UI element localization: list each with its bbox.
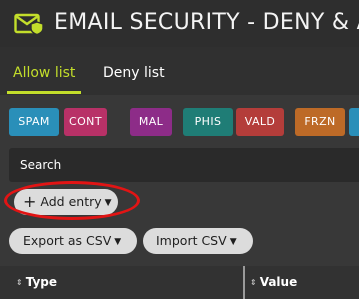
app-header: EMAIL SECURITY - DENY & A [0, 0, 359, 47]
chip-cont[interactable]: CONT [64, 108, 107, 136]
page-title: EMAIL SECURITY - DENY & A [54, 10, 359, 35]
tab-bar: Allow list Deny list [0, 47, 359, 95]
sort-icon: ⇕ [250, 278, 257, 287]
import-csv-button[interactable]: Import CSV ▼ [143, 228, 253, 254]
column-header-type[interactable]: ⇕ Type [16, 275, 57, 289]
tab-deny-list[interactable]: Deny list [103, 65, 165, 81]
caret-down-icon: ▼ [229, 237, 237, 247]
add-entry-button[interactable]: + Add entry ▼ [14, 189, 118, 215]
chip-frzn[interactable]: FRZN [295, 108, 345, 136]
export-csv-label: Export as CSV [23, 233, 112, 248]
chip-overflow[interactable] [349, 108, 359, 136]
column-divider[interactable] [243, 266, 245, 299]
search-input[interactable]: Search [9, 148, 359, 182]
shield-envelope-icon [14, 13, 44, 35]
export-csv-button[interactable]: Export as CSV ▼ [9, 228, 137, 254]
plus-icon: + [23, 192, 37, 211]
column-header-value[interactable]: ⇕ Value [250, 275, 297, 289]
table-header: ⇕ Type ⇕ Value [0, 266, 359, 299]
sort-icon: ⇕ [16, 278, 23, 287]
active-tab-indicator [7, 91, 81, 94]
chip-phis[interactable]: PHIS [183, 108, 233, 136]
chip-spam[interactable]: SPAM [9, 108, 59, 136]
caret-down-icon: ▼ [114, 237, 122, 247]
caret-down-icon: ▼ [104, 198, 112, 208]
add-entry-label: Add entry [40, 194, 102, 209]
import-csv-label: Import CSV [156, 233, 227, 248]
chip-mal[interactable]: MAL [130, 108, 172, 136]
chip-vald[interactable]: VALD [236, 108, 284, 136]
tab-allow-list[interactable]: Allow list [13, 65, 75, 81]
